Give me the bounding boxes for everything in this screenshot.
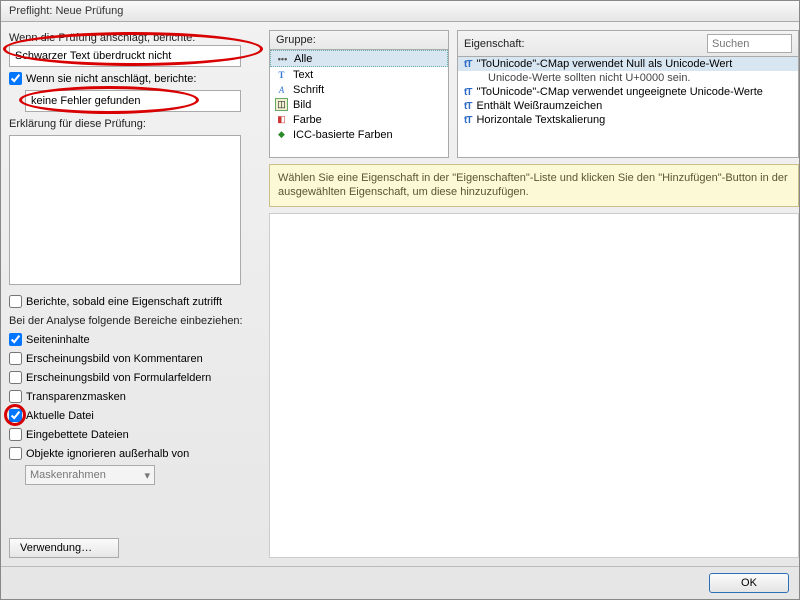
eigenschaft-label: Eigenschaft:	[464, 38, 707, 50]
tt-icon: tT	[464, 87, 471, 98]
content: Wenn die Prüfung anschlägt, berichte: We…	[1, 22, 799, 566]
chk-ignorieren[interactable]: Objekte ignorieren außerhalb von	[9, 447, 261, 460]
eigenschaft-item[interactable]: tTHorizontale Textskalierung	[458, 113, 798, 127]
eigenschaft-column: Eigenschaft: tT"ToUnicode"-CMap verwende…	[457, 30, 799, 158]
gruppe-item[interactable]: ◆ICC-basierte Farben	[270, 127, 448, 142]
eigenschaft-item[interactable]: tT"ToUnicode"-CMap verwendet ungeeignete…	[458, 85, 798, 99]
when-not-hits-label: Wenn sie nicht anschlägt, berichte:	[26, 73, 196, 85]
chk-kommentare[interactable]: Erscheinungsbild von Kommentaren	[9, 352, 261, 365]
preflight-dialog: Preflight: Neue Prüfung Wenn die Prüfung…	[0, 0, 800, 600]
gruppe-item[interactable]: ◧Farbe	[270, 112, 448, 127]
chk-seiten[interactable]: Seiteninhalte	[9, 333, 261, 346]
lower-panel	[269, 213, 799, 558]
gruppe-label: Gruppe:	[269, 30, 449, 49]
when-not-hits-input[interactable]	[25, 90, 241, 112]
when-hits-input[interactable]	[9, 45, 241, 67]
eigenschaft-header: Eigenschaft:	[457, 30, 799, 56]
gruppe-column: Gruppe: •••AlleTTextASchrift◫Bild◧Farbe◆…	[269, 30, 449, 158]
explain-textarea[interactable]	[9, 135, 241, 285]
left-pane: Wenn die Prüfung anschlägt, berichte: We…	[9, 30, 261, 558]
report-asap-checkbox[interactable]	[9, 295, 22, 308]
eigenschaft-item[interactable]: tT"ToUnicode"-CMap verwendet Null als Un…	[458, 57, 798, 71]
eigenschaft-list[interactable]: tT"ToUnicode"-CMap verwendet Null als Un…	[457, 56, 799, 158]
hint-box: Wählen Sie eine Eigenschaft in der "Eige…	[269, 164, 799, 207]
explain-label: Erklärung für diese Prüfung:	[9, 118, 261, 130]
gruppe-item[interactable]: ASchrift	[270, 82, 448, 97]
eigenschaft-sub: Unicode-Werte sollten nicht U+0000 sein.	[458, 71, 798, 85]
chevron-down-icon: ▾	[144, 469, 150, 482]
gruppe-item[interactable]: ◫Bild	[270, 97, 448, 112]
footer: OK	[1, 566, 799, 599]
gruppe-item[interactable]: •••Alle	[270, 50, 448, 67]
eigenschaft-item[interactable]: tTEnthält Weißraumzeichen	[458, 99, 798, 113]
ok-button[interactable]: OK	[709, 573, 789, 593]
gruppe-item[interactable]: TText	[270, 67, 448, 82]
when-not-hits-checkbox[interactable]	[9, 72, 22, 85]
gruppe-list[interactable]: •••AlleTTextASchrift◫Bild◧Farbe◆ICC-basi…	[269, 49, 449, 158]
analyze-label: Bei der Analyse folgende Bereiche einbez…	[9, 315, 261, 327]
chk-eingebettete[interactable]: Eingebettete Dateien	[9, 428, 261, 441]
report-asap-check[interactable]: Berichte, sobald eine Eigenschaft zutrif…	[9, 295, 261, 308]
tt-icon: tT	[464, 115, 471, 126]
chk-transparenz[interactable]: Transparenzmasken	[9, 390, 261, 403]
when-hits-label: Wenn die Prüfung anschlägt, berichte:	[9, 32, 261, 44]
search-input[interactable]	[707, 34, 792, 53]
when-not-hits-check[interactable]: Wenn sie nicht anschlägt, berichte:	[9, 72, 261, 85]
tt-icon: tT	[464, 59, 471, 70]
top-row: Gruppe: •••AlleTTextASchrift◫Bild◧Farbe◆…	[269, 30, 799, 158]
right-pane: Gruppe: •••AlleTTextASchrift◫Bild◧Farbe◆…	[269, 30, 799, 558]
maskenrahmen-dropdown[interactable]: Maskenrahmen ▾	[25, 465, 155, 485]
titlebar: Preflight: Neue Prüfung	[1, 1, 799, 22]
chk-formular[interactable]: Erscheinungsbild von Formularfeldern	[9, 371, 261, 384]
chk-aktuelle-datei[interactable]: Aktuelle Datei	[9, 409, 261, 422]
verwendung-button[interactable]: Verwendung…	[9, 538, 119, 558]
tt-icon: tT	[464, 101, 471, 112]
